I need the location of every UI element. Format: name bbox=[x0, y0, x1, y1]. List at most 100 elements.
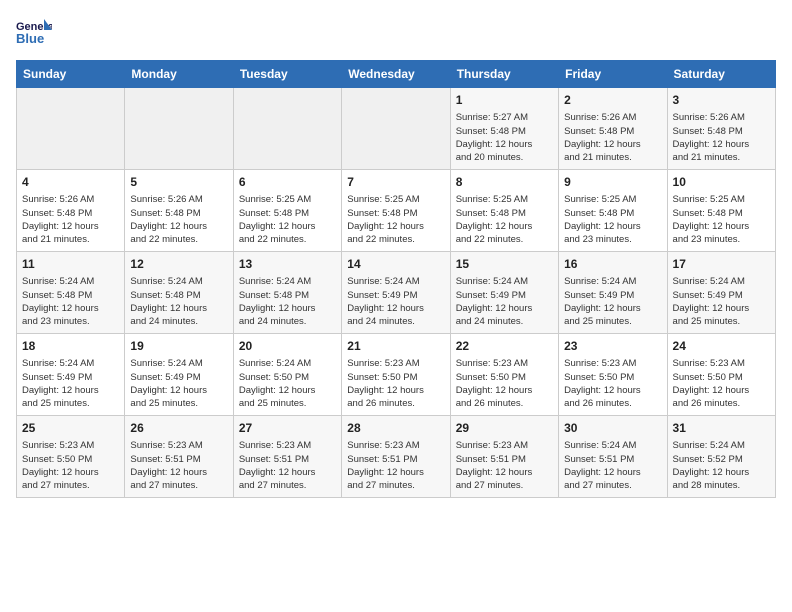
calendar-cell: 23 Sunrise: 5:23 AM Sunset: 5:50 PM Dayli… bbox=[559, 334, 667, 416]
day-number: 6 bbox=[239, 174, 336, 191]
day-number: 8 bbox=[456, 174, 553, 191]
calendar-cell: 19Sunrise: 5:24 AM Sunset: 5:49 PM Dayli… bbox=[125, 334, 233, 416]
day-header-sunday: Sunday bbox=[17, 61, 125, 88]
calendar-cell bbox=[342, 88, 450, 170]
calendar-cell: 26 Sunrise: 5:23 AM Sunset: 5:51 PM Dayli… bbox=[125, 416, 233, 498]
day-number: 16 bbox=[564, 256, 661, 273]
day-content: Sunrise: 5:23 AM Sunset: 5:50 PM Dayligh… bbox=[564, 357, 661, 410]
day-header-wednesday: Wednesday bbox=[342, 61, 450, 88]
calendar-cell: 8 Sunrise: 5:25 AM Sunset: 5:48 PM Daylig… bbox=[450, 170, 558, 252]
day-number: 29 bbox=[456, 420, 553, 437]
calendar-cell bbox=[17, 88, 125, 170]
calendar-cell: 18 Sunrise: 5:24 AM Sunset: 5:49 PM Dayli… bbox=[17, 334, 125, 416]
calendar-cell: 29 Sunrise: 5:23 AM Sunset: 5:51 PM Dayli… bbox=[450, 416, 558, 498]
calendar-cell: 10 Sunrise: 5:25 AM Sunset: 5:48 PM Dayli… bbox=[667, 170, 775, 252]
calendar-cell: 20 Sunrise: 5:24 AM Sunset: 5:50 PM Dayli… bbox=[233, 334, 341, 416]
day-content: Sunrise: 5:26 AM Sunset: 5:48 PM Dayligh… bbox=[673, 111, 770, 164]
week-row-3: 11 Sunrise: 5:24 AM Sunset: 5:48 PM Dayli… bbox=[17, 252, 776, 334]
day-header-tuesday: Tuesday bbox=[233, 61, 341, 88]
calendar-cell: 30 Sunrise: 5:24 AM Sunset: 5:51 PM Dayli… bbox=[559, 416, 667, 498]
week-row-2: 4 Sunrise: 5:26 AM Sunset: 5:48 PM Daylig… bbox=[17, 170, 776, 252]
calendar-cell: 4 Sunrise: 5:26 AM Sunset: 5:48 PM Daylig… bbox=[17, 170, 125, 252]
day-number: 27 bbox=[239, 420, 336, 437]
day-content: Sunrise: 5:26 AM Sunset: 5:48 PM Dayligh… bbox=[22, 193, 119, 246]
day-number: 28 bbox=[347, 420, 444, 437]
day-content: Sunrise: 5:23 AM Sunset: 5:51 PM Dayligh… bbox=[130, 439, 227, 492]
day-content: Sunrise: 5:24 AM Sunset: 5:49 PM Dayligh… bbox=[673, 275, 770, 328]
calendar-cell: 1 Sunrise: 5:27 AM Sunset: 5:48 PM Daylig… bbox=[450, 88, 558, 170]
day-number: 30 bbox=[564, 420, 661, 437]
day-number: 4 bbox=[22, 174, 119, 191]
day-number: 7 bbox=[347, 174, 444, 191]
calendar-cell bbox=[125, 88, 233, 170]
calendar-cell: 12Sunrise: 5:24 AM Sunset: 5:48 PM Dayli… bbox=[125, 252, 233, 334]
day-content: Sunrise: 5:23 AM Sunset: 5:50 PM Dayligh… bbox=[347, 357, 444, 410]
day-number: 17 bbox=[673, 256, 770, 273]
day-number: 26 bbox=[130, 420, 227, 437]
calendar-cell: 7 Sunrise: 5:25 AM Sunset: 5:48 PM Daylig… bbox=[342, 170, 450, 252]
day-number: 14 bbox=[347, 256, 444, 273]
week-row-5: 25Sunrise: 5:23 AM Sunset: 5:50 PM Dayli… bbox=[17, 416, 776, 498]
calendar-cell: 11 Sunrise: 5:24 AM Sunset: 5:48 PM Dayli… bbox=[17, 252, 125, 334]
calendar-cell: 2 Sunrise: 5:26 AM Sunset: 5:48 PM Daylig… bbox=[559, 88, 667, 170]
calendar-cell: 14 Sunrise: 5:24 AM Sunset: 5:49 PM Dayli… bbox=[342, 252, 450, 334]
day-content: Sunrise: 5:26 AM Sunset: 5:48 PM Dayligh… bbox=[564, 111, 661, 164]
day-content: Sunrise: 5:23 AM Sunset: 5:50 PM Dayligh… bbox=[673, 357, 770, 410]
day-number: 22 bbox=[456, 338, 553, 355]
calendar-cell: 27 Sunrise: 5:23 AM Sunset: 5:51 PM Dayli… bbox=[233, 416, 341, 498]
day-content: Sunrise: 5:23 AM Sunset: 5:51 PM Dayligh… bbox=[456, 439, 553, 492]
day-content: Sunrise: 5:24 AM Sunset: 5:49 PM Dayligh… bbox=[456, 275, 553, 328]
day-number: 31 bbox=[673, 420, 770, 437]
day-number: 10 bbox=[673, 174, 770, 191]
day-number: 19 bbox=[130, 338, 227, 355]
calendar-cell: 31Sunrise: 5:24 AM Sunset: 5:52 PM Dayli… bbox=[667, 416, 775, 498]
calendar-cell: 21 Sunrise: 5:23 AM Sunset: 5:50 PM Dayli… bbox=[342, 334, 450, 416]
day-number: 25 bbox=[22, 420, 119, 437]
day-content: Sunrise: 5:25 AM Sunset: 5:48 PM Dayligh… bbox=[347, 193, 444, 246]
day-number: 1 bbox=[456, 92, 553, 109]
calendar-cell: 3 Sunrise: 5:26 AM Sunset: 5:48 PM Daylig… bbox=[667, 88, 775, 170]
calendar-cell: 5Sunrise: 5:26 AM Sunset: 5:48 PM Daylig… bbox=[125, 170, 233, 252]
calendar-cell: 22 Sunrise: 5:23 AM Sunset: 5:50 PM Dayli… bbox=[450, 334, 558, 416]
day-content: Sunrise: 5:24 AM Sunset: 5:50 PM Dayligh… bbox=[239, 357, 336, 410]
day-number: 18 bbox=[22, 338, 119, 355]
day-number: 21 bbox=[347, 338, 444, 355]
day-number: 20 bbox=[239, 338, 336, 355]
logo-icon: GeneralBlue bbox=[16, 16, 52, 52]
day-content: Sunrise: 5:24 AM Sunset: 5:49 PM Dayligh… bbox=[22, 357, 119, 410]
header-row: SundayMondayTuesdayWednesdayThursdayFrid… bbox=[17, 61, 776, 88]
day-number: 3 bbox=[673, 92, 770, 109]
day-number: 23 bbox=[564, 338, 661, 355]
calendar-cell: 13 Sunrise: 5:24 AM Sunset: 5:48 PM Dayli… bbox=[233, 252, 341, 334]
calendar-cell: 16 Sunrise: 5:24 AM Sunset: 5:49 PM Dayli… bbox=[559, 252, 667, 334]
day-number: 5 bbox=[130, 174, 227, 191]
calendar-cell: 15 Sunrise: 5:24 AM Sunset: 5:49 PM Dayli… bbox=[450, 252, 558, 334]
day-content: Sunrise: 5:25 AM Sunset: 5:48 PM Dayligh… bbox=[456, 193, 553, 246]
week-row-1: 1 Sunrise: 5:27 AM Sunset: 5:48 PM Daylig… bbox=[17, 88, 776, 170]
day-content: Sunrise: 5:24 AM Sunset: 5:49 PM Dayligh… bbox=[564, 275, 661, 328]
week-row-4: 18 Sunrise: 5:24 AM Sunset: 5:49 PM Dayli… bbox=[17, 334, 776, 416]
day-number: 13 bbox=[239, 256, 336, 273]
day-header-thursday: Thursday bbox=[450, 61, 558, 88]
day-content: Sunrise: 5:23 AM Sunset: 5:50 PM Dayligh… bbox=[456, 357, 553, 410]
day-content: Sunrise: 5:25 AM Sunset: 5:48 PM Dayligh… bbox=[239, 193, 336, 246]
day-content: Sunrise: 5:25 AM Sunset: 5:48 PM Dayligh… bbox=[673, 193, 770, 246]
day-number: 24 bbox=[673, 338, 770, 355]
calendar-cell bbox=[233, 88, 341, 170]
day-content: Sunrise: 5:23 AM Sunset: 5:51 PM Dayligh… bbox=[239, 439, 336, 492]
calendar-cell: 25Sunrise: 5:23 AM Sunset: 5:50 PM Dayli… bbox=[17, 416, 125, 498]
calendar-cell: 24 Sunrise: 5:23 AM Sunset: 5:50 PM Dayli… bbox=[667, 334, 775, 416]
day-content: Sunrise: 5:24 AM Sunset: 5:51 PM Dayligh… bbox=[564, 439, 661, 492]
calendar-cell: 9Sunrise: 5:25 AM Sunset: 5:48 PM Daylig… bbox=[559, 170, 667, 252]
day-number: 12 bbox=[130, 256, 227, 273]
day-content: Sunrise: 5:25 AM Sunset: 5:48 PM Dayligh… bbox=[564, 193, 661, 246]
day-number: 11 bbox=[22, 256, 119, 273]
day-content: Sunrise: 5:27 AM Sunset: 5:48 PM Dayligh… bbox=[456, 111, 553, 164]
calendar-cell: 17 Sunrise: 5:24 AM Sunset: 5:49 PM Dayli… bbox=[667, 252, 775, 334]
day-content: Sunrise: 5:24 AM Sunset: 5:48 PM Dayligh… bbox=[22, 275, 119, 328]
day-number: 2 bbox=[564, 92, 661, 109]
day-content: Sunrise: 5:24 AM Sunset: 5:49 PM Dayligh… bbox=[347, 275, 444, 328]
day-number: 15 bbox=[456, 256, 553, 273]
header: GeneralBlue bbox=[16, 16, 776, 52]
day-content: Sunrise: 5:24 AM Sunset: 5:48 PM Dayligh… bbox=[239, 275, 336, 328]
